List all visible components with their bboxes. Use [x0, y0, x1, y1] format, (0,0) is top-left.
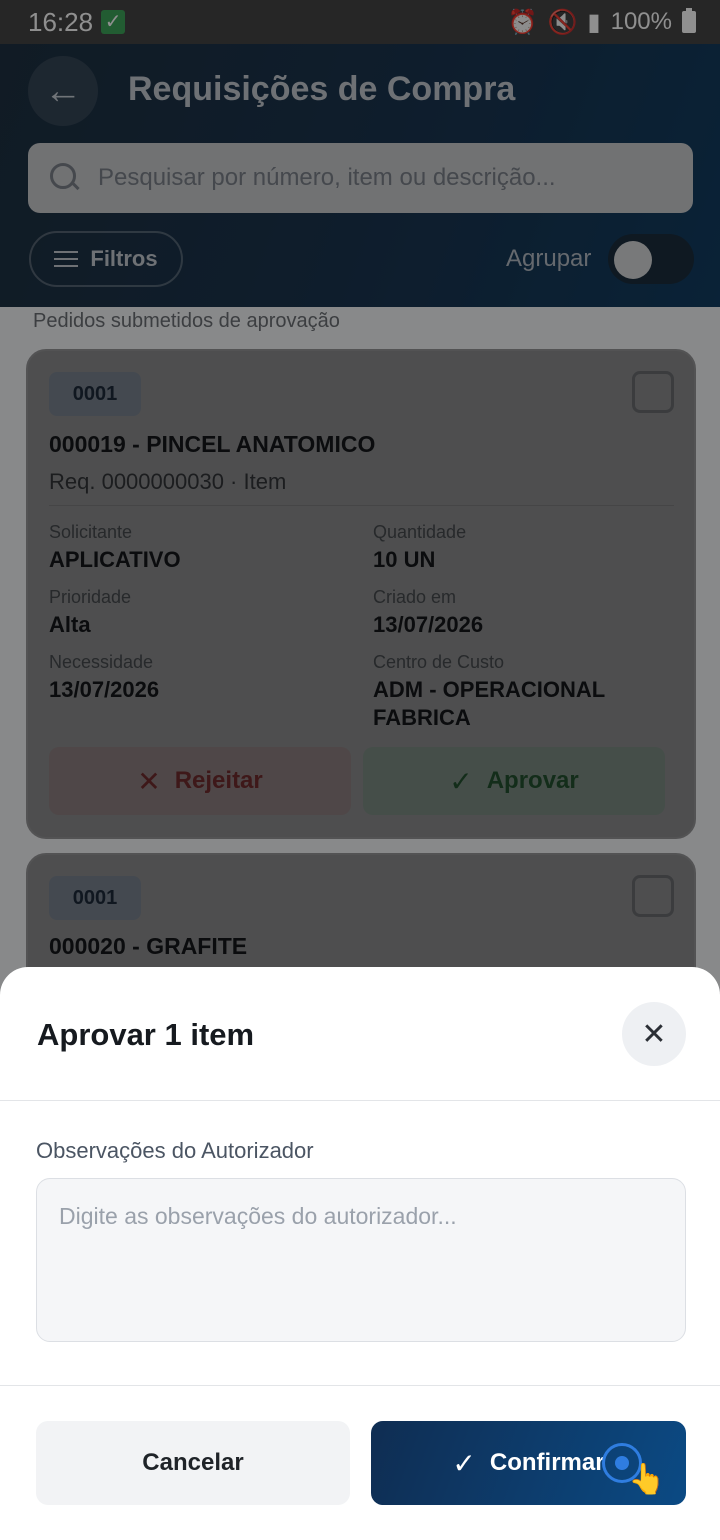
toggle-knob: [614, 241, 652, 279]
x-icon: ✕: [137, 765, 161, 797]
prioridade-label: Prioridade: [49, 587, 132, 607]
reject-label: Rejeitar: [174, 767, 263, 794]
sheet-divider: [0, 1385, 720, 1386]
status-bar: 16:28 ✓ ⏰ 🔇 ▮ 100%: [0, 0, 720, 44]
solicitante-value: APLICATIVO: [49, 547, 181, 572]
signal-icon: ▮: [587, 8, 601, 36]
filter-icon: [54, 249, 79, 269]
close-button[interactable]: ✕: [622, 1002, 686, 1066]
battery-icon: [682, 8, 696, 33]
battery-percent: 100%: [610, 8, 672, 35]
search-icon: [50, 163, 80, 193]
search-placeholder: Pesquisar por número, item ou descrição.…: [98, 164, 556, 191]
card-badge: 0001: [49, 372, 141, 416]
necessidade-value: 13/07/2026: [49, 677, 160, 702]
approve-label: Aprovar: [486, 767, 579, 794]
select-checkbox[interactable]: [632, 875, 674, 917]
filters-label: Filtros: [90, 246, 158, 271]
obs-label: Observações do Autorizador: [36, 1138, 314, 1163]
criado-label: Criado em: [373, 587, 457, 607]
pointer-hand-icon: 👆: [628, 1463, 666, 1496]
back-button[interactable]: ←: [28, 56, 98, 126]
card-title: 000019 - PINCEL ANATOMICO: [49, 431, 376, 457]
sheet-divider: [0, 1100, 720, 1101]
card-title: 000020 - GRAFITE: [49, 933, 248, 959]
centro-value-line1: ADM - OPERACIONAL: [373, 677, 606, 702]
necessidade-label: Necessidade: [49, 652, 154, 672]
section-label: Pedidos submetidos de aprovação: [33, 310, 340, 332]
approve-button[interactable]: ✓ Aprovar: [363, 747, 665, 815]
reject-button[interactable]: ✕ Rejeitar: [49, 747, 351, 815]
close-icon: ✕: [641, 1017, 667, 1051]
group-toggle[interactable]: [608, 234, 694, 284]
status-time: 16:28: [28, 6, 94, 37]
back-arrow-icon: ←: [44, 69, 82, 112]
header: ← Requisições de Compra Pesquisar por nú…: [0, 44, 720, 307]
check-icon: ✓: [452, 1447, 476, 1479]
select-checkbox[interactable]: [632, 371, 674, 413]
prioridade-value: Alta: [49, 612, 91, 637]
alarm-icon: ⏰: [507, 8, 538, 36]
request-card: 0001 000019 - PINCEL ANATOMICO Req. 0000…: [26, 349, 696, 839]
solicitante-label: Solicitante: [49, 522, 133, 542]
confirm-label: Confirmar: [489, 1449, 605, 1476]
card-subtitle: Req. 0000000030 · Item: [49, 469, 287, 494]
quantidade-label: Quantidade: [373, 522, 467, 542]
obs-textarea[interactable]: [36, 1178, 686, 1342]
filters-button[interactable]: Filtros: [29, 231, 183, 287]
criado-value: 13/07/2026: [373, 612, 484, 637]
check-icon: ✓: [449, 765, 473, 797]
status-icons: ⏰ 🔇 ▮ 100%: [508, 8, 696, 37]
page-title: Requisições de Compra: [128, 70, 516, 108]
mute-icon: 🔇: [547, 8, 578, 36]
cancel-button[interactable]: Cancelar: [36, 1421, 350, 1505]
app-screen: 16:28 ✓ ⏰ 🔇 ▮ 100% ← Requisições de Comp…: [0, 0, 720, 1540]
cancel-label: Cancelar: [142, 1449, 244, 1476]
sheet-title: Aprovar 1 item: [37, 1017, 255, 1052]
centro-value-line2: FABRICA: [373, 705, 471, 730]
quantidade-value: 10 UN: [373, 547, 436, 572]
card-divider: [49, 505, 674, 506]
notification-check-icon: ✓: [101, 10, 126, 34]
centro-label: Centro de Custo: [373, 652, 505, 672]
group-label: Agrupar: [506, 245, 592, 272]
search-input[interactable]: Pesquisar por número, item ou descrição.…: [28, 143, 693, 213]
card-badge: 0001: [49, 876, 141, 920]
